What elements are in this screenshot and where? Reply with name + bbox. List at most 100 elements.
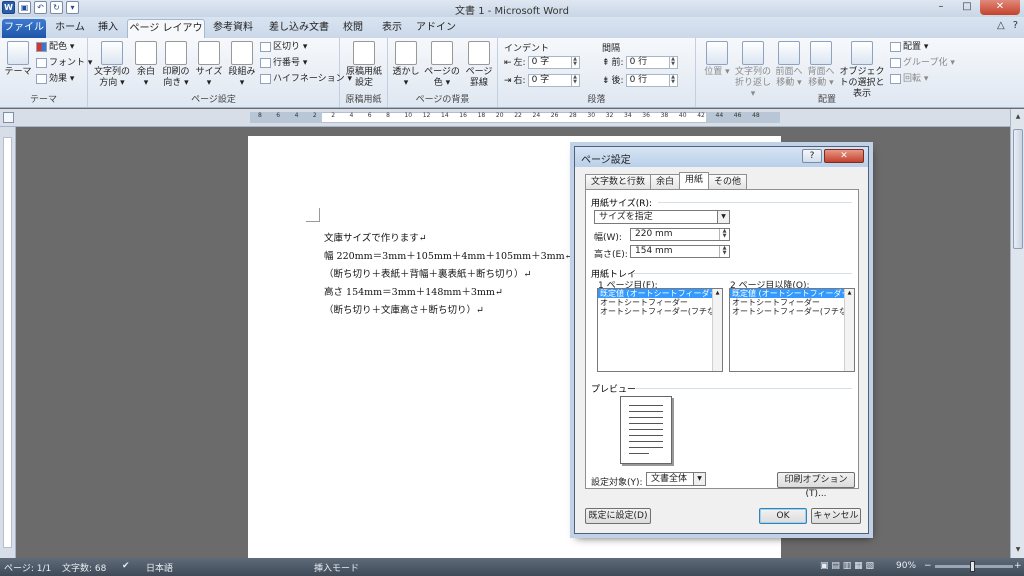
vertical-scrollbar[interactable]: ▲ ▼ <box>1010 109 1024 558</box>
dropdown-arrow-icon: ▼ <box>693 473 705 485</box>
page-color-button[interactable]: ページの色 ▾ <box>422 41 462 89</box>
ruler-tick-label: 34 <box>624 112 632 119</box>
ruler-tick-label: 16 <box>459 112 467 119</box>
scroll-down-icon[interactable]: ▼ <box>1012 544 1024 556</box>
tab-addins[interactable]: アドイン <box>416 19 456 38</box>
horizontal-ruler[interactable]: 8 6 4 2 2 4 6 8 10 12 14 16 18 20 22 24 26 28 30 32 34 36 38 40… <box>0 109 1024 127</box>
ok-button[interactable]: OK <box>759 508 807 524</box>
dialog-close-button[interactable]: ✕ <box>824 149 864 163</box>
tab-view[interactable]: 表示 <box>376 19 408 38</box>
list-item[interactable]: オートシートフィーダー(フチなし) <box>730 307 854 316</box>
indent-left-field[interactable]: 0 字 ▲ ▼ <box>527 56 580 69</box>
set-default-button[interactable]: 既定に設定(D) <box>585 508 651 524</box>
maximize-button[interactable]: □ <box>954 0 980 15</box>
list-item[interactable]: 既定値 (オートシートフィーダー) <box>730 289 854 298</box>
zoom-slider-knob[interactable] <box>970 561 975 572</box>
line-numbers-button[interactable]: 行番号 ▾ <box>260 57 307 69</box>
list-item[interactable]: オートシートフィーダー <box>598 298 722 307</box>
zoom-in-icon[interactable]: + <box>1014 561 1022 571</box>
close-button[interactable]: ✕ <box>980 0 1020 15</box>
list-item[interactable]: 既定値 (オートシートフィーダー) <box>598 289 722 298</box>
bring-forward-button[interactable]: 前面へ移動 ▾ <box>774 41 804 89</box>
breaks-button[interactable]: 区切り ▾ <box>260 41 307 53</box>
columns-button[interactable]: 段組み ▾ <box>226 41 258 89</box>
manuscript-settings-button[interactable]: 原稿用紙設定 <box>343 41 385 89</box>
document-line[interactable]: 幅 220mm＝3mm＋105mm＋4mm＋105mm＋3mm↵ <box>324 248 573 262</box>
page-setup-dialog[interactable]: ページ設定 ? ✕ 文字数と行数 余白 用紙 その他 用紙サイズ(R): サイズ… <box>574 146 869 534</box>
width-spinner-icon[interactable]: ▲ ▼ <box>719 229 729 240</box>
list-scrollbar[interactable]: ▲ <box>712 289 722 371</box>
cancel-button[interactable]: キャンセル <box>811 508 861 524</box>
colors-icon <box>36 42 47 52</box>
list-item[interactable]: オートシートフィーダー <box>730 298 854 307</box>
orientation-icon <box>165 41 187 65</box>
status-word-count[interactable]: 文字数: 68 <box>62 561 106 574</box>
document-line[interactable]: 文庫サイズで作ります↵ <box>324 230 427 244</box>
align-button[interactable]: 配置 ▾ <box>890 41 928 53</box>
height-input[interactable]: 154 mm ▲ ▼ <box>630 245 730 258</box>
proofing-icon[interactable]: ✔ <box>122 561 130 571</box>
spacing-before-field[interactable]: 0 行 ▲ ▼ <box>625 56 678 69</box>
theme-fonts-button[interactable]: フォント ▾ <box>36 57 92 69</box>
status-language[interactable]: 日本語 <box>146 561 173 574</box>
watermark-button[interactable]: 透かし ▾ <box>392 41 420 89</box>
tab-review[interactable]: 校閲 <box>338 19 368 38</box>
dialog-title-bar[interactable]: ページ設定 ? ✕ <box>575 147 868 167</box>
tab-selector-icon[interactable] <box>3 112 14 123</box>
orientation-button[interactable]: 印刷の向き ▾ <box>160 41 192 89</box>
document-line[interactable]: （断ち切り＋表紙＋背幅＋裏表紙＋断ち切り）↵ <box>324 266 531 280</box>
page-borders-button[interactable]: ページ罫線 <box>464 41 494 89</box>
document-line[interactable]: （断ち切り＋文庫高さ＋断ち切り）↵ <box>324 302 484 316</box>
tab-insert[interactable]: 挿入 <box>92 19 124 38</box>
other-pages-tray-list[interactable]: 既定値 (オートシートフィーダー) オートシートフィーダー オートシートフィーダ… <box>729 288 855 372</box>
zoom-level[interactable]: 90% <box>896 561 916 571</box>
text-direction-button[interactable]: 文字列の方向 ▾ <box>92 41 132 89</box>
view-buttons[interactable]: ▣ ▤ ▥ ▦ ▧ <box>820 561 874 571</box>
spacing-after-field[interactable]: 0 行 ▲ ▼ <box>625 74 678 87</box>
status-page[interactable]: ページ: 1/1 <box>4 561 51 574</box>
size-button[interactable]: サイズ ▾ <box>194 41 224 89</box>
ribbon-minimize-icon[interactable]: △ <box>997 20 1005 31</box>
section-divider <box>632 273 852 274</box>
margins-button[interactable]: 余白 ▾ <box>134 41 158 89</box>
ruler-tick-label: 22 <box>514 112 522 119</box>
paper-size-select[interactable]: サイズを指定 ▼ <box>594 210 730 224</box>
hyphenation-button[interactable]: ハイフネーション ▾ <box>260 73 352 85</box>
vertical-ruler[interactable] <box>0 127 16 558</box>
rotate-button[interactable]: 回転 ▾ <box>890 73 928 85</box>
list-scrollbar[interactable]: ▲ <box>844 289 854 371</box>
print-options-button[interactable]: 印刷オプション(T)... <box>777 472 855 499</box>
paper-size-label: 用紙サイズ(R): <box>591 199 653 209</box>
apply-to-select[interactable]: 文書全体 ▼ <box>646 472 706 486</box>
status-insert-mode[interactable]: 挿入モード <box>314 561 359 574</box>
send-backward-button[interactable]: 背面へ移動 ▾ <box>806 41 836 89</box>
tab-references[interactable]: 参考資料 <box>208 19 258 38</box>
zoom-out-icon[interactable]: − <box>924 561 932 571</box>
document-line[interactable]: 高さ 154mm＝3mm＋148mm＋3mm↵ <box>324 284 503 298</box>
ruler-tick-label: 24 <box>532 112 541 119</box>
dialog-tab-characters-lines[interactable]: 文字数と行数 <box>585 174 652 189</box>
dialog-help-button[interactable]: ? <box>802 149 822 163</box>
tab-home[interactable]: ホーム <box>50 19 90 38</box>
tab-mailings[interactable]: 差し込み文書 <box>266 19 332 38</box>
theme-colors-button[interactable]: 配色 ▾ <box>36 41 74 53</box>
scroll-thumb[interactable] <box>1013 129 1023 249</box>
minimize-button[interactable]: – <box>928 0 954 15</box>
scroll-up-icon[interactable]: ▲ <box>1012 111 1024 123</box>
theme-effects-button[interactable]: 効果 ▾ <box>36 73 74 85</box>
width-input[interactable]: 220 mm ▲ ▼ <box>630 228 730 241</box>
tab-page-layout[interactable]: ページ レイアウト <box>127 19 205 52</box>
position-button[interactable]: 位置 ▾ <box>702 41 732 78</box>
group-objects-button[interactable]: グループ化 ▾ <box>890 57 955 69</box>
theme-button[interactable]: テーマ <box>4 41 32 78</box>
list-item[interactable]: オートシートフィーダー(フチなし) <box>598 307 722 316</box>
help-icon[interactable]: ? <box>1013 20 1018 31</box>
ruler-tick-label: 46 <box>733 112 742 119</box>
dialog-tab-margins[interactable]: 余白 <box>650 174 681 189</box>
indent-right-field[interactable]: 0 字 ▲ ▼ <box>527 74 580 87</box>
dialog-tab-paper[interactable]: 用紙 <box>679 172 710 189</box>
dialog-tab-other[interactable]: その他 <box>708 174 748 189</box>
tab-file[interactable]: ファイル <box>2 19 46 38</box>
height-spinner-icon[interactable]: ▲ ▼ <box>719 246 729 257</box>
first-page-tray-list[interactable]: 既定値 (オートシートフィーダー) オートシートフィーダー オートシートフィーダ… <box>597 288 723 372</box>
